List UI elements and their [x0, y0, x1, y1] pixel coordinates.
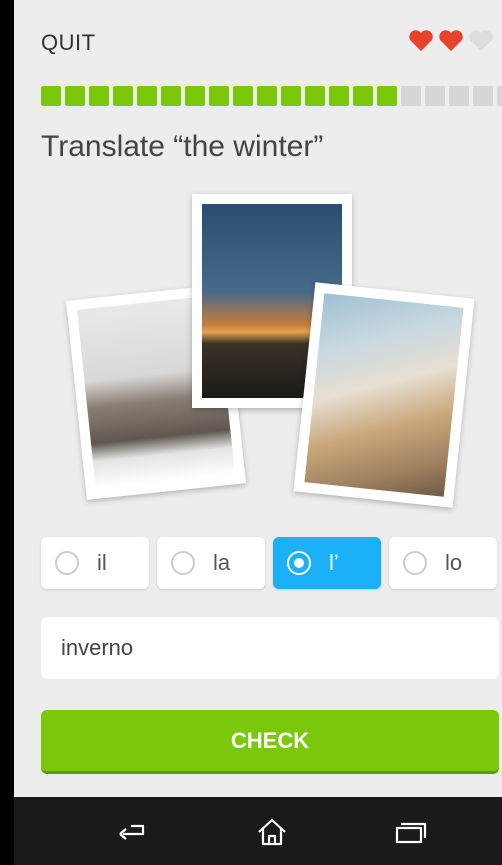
check-button[interactable]: CHECK [41, 710, 499, 774]
home-icon[interactable] [252, 817, 292, 847]
progress-segment [233, 86, 253, 106]
choice-label: la [213, 550, 231, 575]
progress-segment [473, 86, 493, 106]
article-choices: il la l’ lo [41, 537, 499, 589]
progress-segment [449, 86, 469, 106]
progress-segment [89, 86, 109, 106]
choice-option[interactable]: l’ [273, 537, 381, 589]
android-nav-bar [14, 797, 502, 865]
progress-segment [65, 86, 85, 106]
progress-segment [353, 86, 373, 106]
choice-label: l’ [329, 550, 339, 575]
answer-input[interactable] [41, 617, 499, 679]
progress-segment [113, 86, 133, 106]
choice-option[interactable]: lo [389, 537, 497, 589]
progress-segment [281, 86, 301, 106]
progress-segment [401, 86, 421, 106]
radio-icon [171, 551, 195, 575]
radio-icon [287, 551, 311, 575]
progress-segment [209, 86, 229, 106]
choice-option[interactable]: la [157, 537, 265, 589]
progress-segment [137, 86, 157, 106]
progress-segment [185, 86, 205, 106]
progress-bar [41, 86, 502, 106]
recents-icon[interactable] [390, 817, 430, 847]
quit-button[interactable]: QUIT [41, 30, 96, 56]
choice-option[interactable]: il [41, 537, 149, 589]
progress-segment [161, 86, 181, 106]
photo-frosted-trees[interactable] [293, 282, 475, 508]
lesson-screen: QUIT Translate “the winter” il la l’ lo CHE… [14, 0, 502, 797]
radio-icon [55, 551, 79, 575]
choice-label: lo [445, 550, 463, 575]
progress-segment [425, 86, 445, 106]
photo-frost-image [304, 293, 464, 497]
progress-segment [257, 86, 277, 106]
heart-full-icon [408, 28, 434, 52]
hearts [408, 28, 494, 52]
progress-segment [329, 86, 349, 106]
prompt-title: Translate “the winter” [41, 130, 324, 163]
progress-segment [41, 86, 61, 106]
back-icon[interactable] [114, 817, 154, 847]
heart-empty-icon [468, 28, 494, 52]
progress-segment [497, 86, 502, 106]
heart-full-icon [438, 28, 464, 52]
radio-icon [403, 551, 427, 575]
progress-segment [305, 86, 325, 106]
choice-label: il [97, 550, 107, 575]
progress-segment [377, 86, 397, 106]
